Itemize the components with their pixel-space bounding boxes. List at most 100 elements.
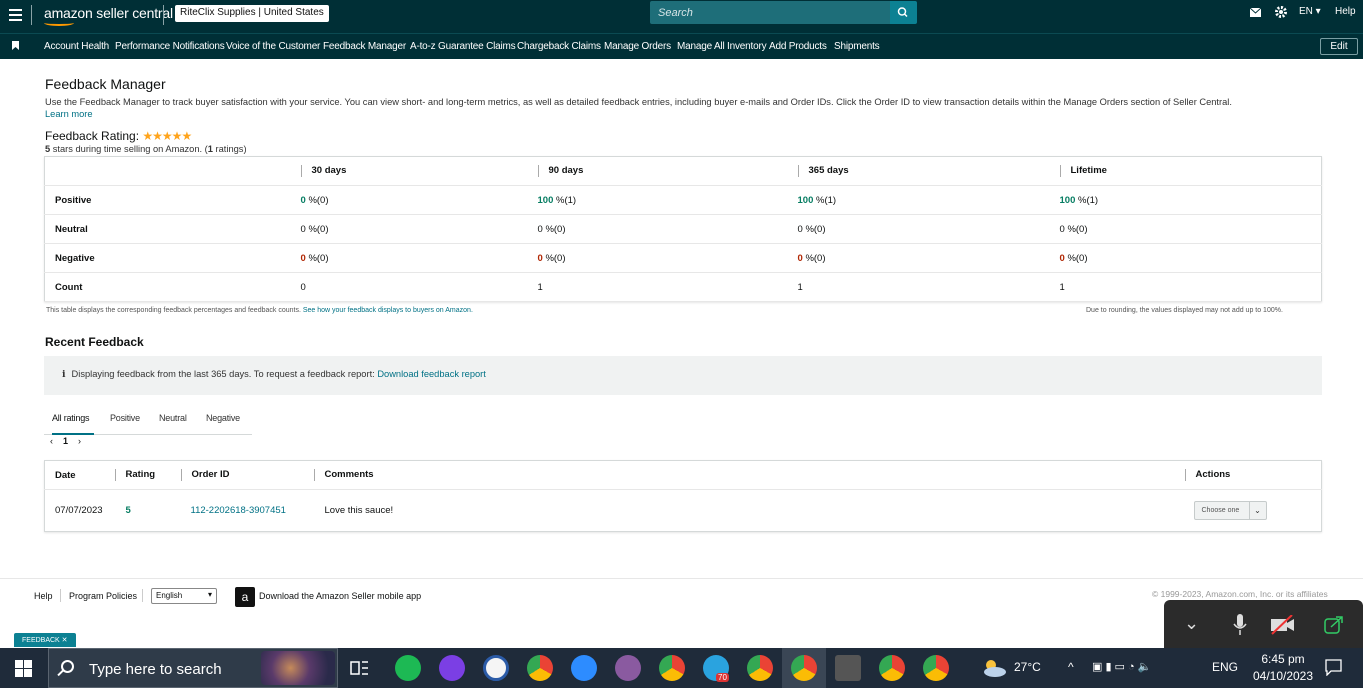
canva-icon[interactable]: [439, 655, 465, 681]
rating-label: Feedback Rating:: [45, 129, 140, 143]
recent-feedback-title: Recent Feedback: [45, 335, 144, 349]
program-policies-link[interactable]: Program Policies: [69, 591, 137, 601]
gear-icon[interactable]: [1275, 6, 1287, 18]
chevron-down-icon: ▾: [207, 590, 212, 599]
taskbar-search[interactable]: Type here to search: [48, 648, 338, 688]
nav-manage-inventory[interactable]: Manage All Inventory: [677, 41, 767, 52]
cell: 0 %(0): [300, 214, 538, 244]
tab-positive[interactable]: Positive: [110, 411, 140, 435]
notifications-icon[interactable]: [1325, 659, 1342, 676]
nav-shipments[interactable]: Shipments: [834, 41, 880, 52]
telegram-badge: 70: [716, 673, 729, 682]
action-dropdown[interactable]: Choose one ⌄: [1193, 501, 1267, 520]
weather-icon[interactable]: [980, 658, 1008, 678]
table-note: This table displays the corresponding fe…: [46, 307, 473, 314]
cell: 100 %(1): [1059, 185, 1322, 215]
nav-performance-notifications[interactable]: Performance Notifications: [115, 41, 225, 52]
app-icon[interactable]: [615, 655, 641, 681]
nav-chargeback-claims[interactable]: Chargeback Claims: [517, 41, 601, 52]
feedback-rating: Feedback Rating: ★★★★★: [45, 129, 192, 143]
cell: 100 %(1): [797, 185, 1060, 215]
cell: 0 %(0): [300, 243, 538, 273]
divider: [142, 589, 143, 602]
copyright: © 1999-2023, Amazon.com, Inc. or its aff…: [1152, 589, 1328, 599]
chrome-icon[interactable]: [923, 655, 949, 681]
rating-text-end: ratings): [212, 144, 247, 154]
col-date: Date: [44, 460, 115, 490]
learn-more-link[interactable]: Learn more: [45, 109, 93, 119]
header-30-days: 30 days: [300, 156, 538, 186]
feedback-display-link[interactable]: See how your feedback displays to buyers…: [303, 307, 473, 314]
page-title: Feedback Manager: [45, 76, 166, 92]
mail-icon[interactable]: [1250, 8, 1261, 17]
language-selector[interactable]: EN ▾: [1299, 6, 1321, 17]
clock[interactable]: 6:45 pm 04/10/2023: [1247, 651, 1319, 685]
top-bar: amazon seller central RiteClix Supplies …: [0, 0, 1363, 33]
nav-feedback-manager[interactable]: Feedback Manager: [323, 41, 406, 52]
col-comments: Comments: [313, 460, 1185, 490]
chrome-icon[interactable]: [659, 655, 685, 681]
nav-bar: Account Health Performance Notifications…: [0, 33, 1363, 59]
feedback-date: 07/07/2023: [55, 505, 103, 516]
order-id-link[interactable]: 112-2202618-3907451: [191, 505, 286, 516]
tab-negative[interactable]: Negative: [206, 411, 240, 435]
rating-tabs: All ratings Positive Neutral Negative: [44, 411, 252, 435]
task-view-icon[interactable]: [350, 659, 369, 677]
camera-off-icon[interactable]: [1270, 615, 1296, 635]
edit-nav-button[interactable]: Edit: [1320, 38, 1358, 55]
mobile-app-link[interactable]: Download the Amazon Seller mobile app: [259, 591, 421, 601]
current-page[interactable]: 1: [63, 436, 68, 446]
chrome-icon[interactable]: [879, 655, 905, 681]
search-highlight-image: [261, 651, 335, 685]
clock-app-icon[interactable]: [483, 655, 509, 681]
nav-voice-of-customer[interactable]: Voice of the Customer: [226, 41, 320, 52]
windows-start-icon[interactable]: [15, 660, 32, 677]
search-input[interactable]: Search: [650, 1, 891, 24]
nav-manage-orders[interactable]: Manage Orders: [604, 41, 671, 52]
temperature[interactable]: 27°C: [1014, 660, 1041, 674]
footer-language-select[interactable]: English ▾: [151, 588, 217, 604]
amazon-app-icon[interactable]: a: [235, 587, 255, 607]
tab-all-ratings[interactable]: All ratings: [52, 411, 94, 435]
next-page-icon[interactable]: ›: [78, 436, 81, 446]
zoom-icon[interactable]: [571, 655, 597, 681]
nav-account-health[interactable]: Account Health: [44, 41, 109, 52]
seller-central-logo[interactable]: amazon seller central: [44, 5, 173, 26]
nav-a-to-z-claims[interactable]: A-to-z Guarantee Claims: [410, 41, 516, 52]
chrome-icon[interactable]: [747, 655, 773, 681]
calculator-icon[interactable]: [835, 655, 861, 681]
footer-help-link[interactable]: Help: [34, 591, 53, 601]
row-label: Neutral: [44, 214, 301, 244]
divider: [31, 5, 32, 25]
feedback-summary-table: 30 days 90 days 365 days Lifetime Positi…: [44, 156, 1322, 302]
prev-page-icon[interactable]: ‹: [50, 436, 53, 446]
system-tray-icons[interactable]: ▣ ▮ ▭ ◔ 🔈: [1092, 660, 1151, 673]
help-link[interactable]: Help: [1335, 6, 1356, 17]
download-report-link[interactable]: Download feedback report: [377, 369, 486, 379]
bookmark-icon[interactable]: [12, 41, 19, 50]
share-screen-icon[interactable]: [1324, 616, 1344, 634]
col-order-id: Order ID: [180, 460, 314, 490]
divider: [60, 589, 61, 602]
feedback-rating-value: 5: [125, 505, 131, 516]
nav-add-products[interactable]: Add Products: [769, 41, 827, 52]
feedback-tab[interactable]: FEEDBACK ✕: [14, 633, 76, 647]
header-90-days: 90 days: [537, 156, 798, 186]
search-button[interactable]: [890, 1, 917, 24]
call-controls: ⌄: [1164, 600, 1363, 650]
col-rating: Rating: [114, 460, 181, 490]
store-selector[interactable]: RiteClix Supplies | United States: [175, 5, 329, 22]
collapse-icon[interactable]: ⌄: [1184, 613, 1199, 634]
intro-text: Use the Feedback Manager to track buyer …: [45, 96, 1325, 120]
intro-body: Use the Feedback Manager to track buyer …: [45, 97, 1232, 107]
microphone-icon[interactable]: [1233, 614, 1247, 636]
feedback-comment: Love this sauce!: [324, 505, 394, 516]
cell: 0 %(0): [1059, 214, 1322, 244]
chevron-up-icon[interactable]: ^: [1068, 660, 1074, 674]
chrome-icon[interactable]: [791, 655, 817, 681]
chrome-icon[interactable]: [527, 655, 553, 681]
menu-icon[interactable]: [9, 9, 22, 24]
input-language[interactable]: ENG: [1212, 660, 1238, 674]
spotify-icon[interactable]: [395, 655, 421, 681]
tab-neutral[interactable]: Neutral: [159, 411, 187, 435]
